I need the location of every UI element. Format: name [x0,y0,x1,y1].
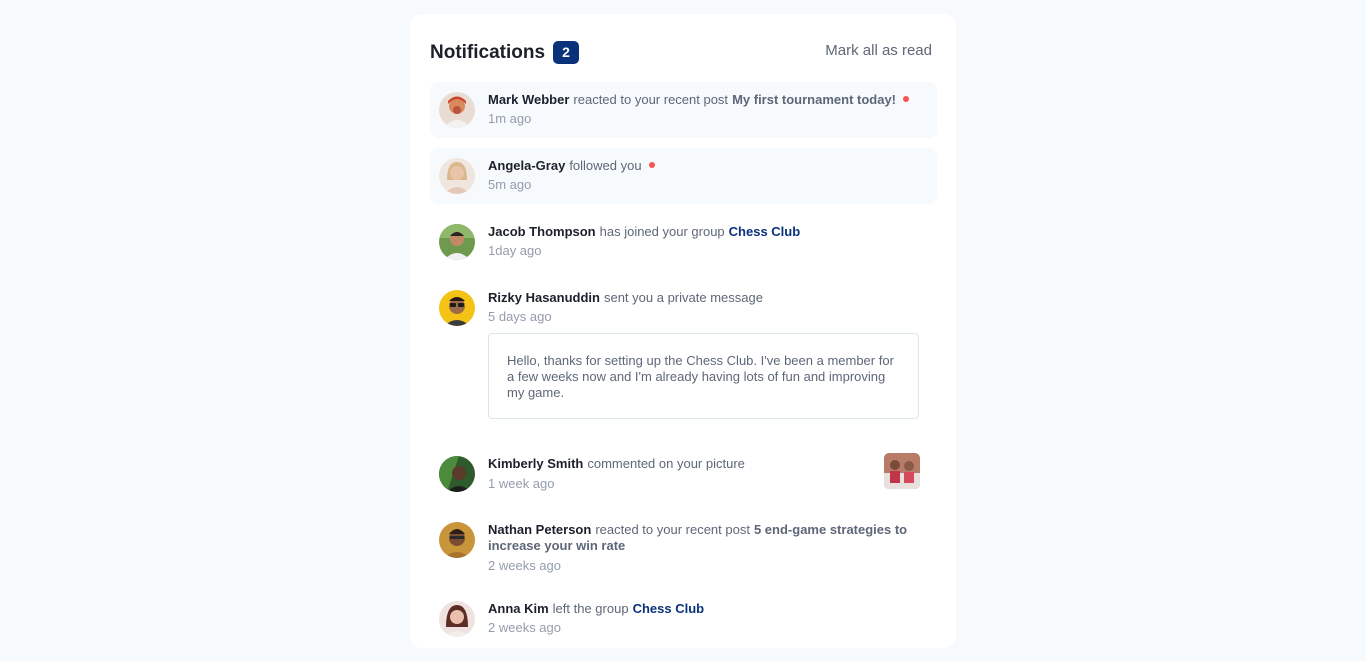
notification-time: 5m ago [488,177,532,192]
user-name-link[interactable]: Jacob Thompson [488,224,596,239]
notification-text: Kimberly Smith commented on your picture [488,456,917,472]
picture-thumbnail[interactable] [884,453,920,489]
user-name-link[interactable]: Kimberly Smith [488,456,583,471]
notification-time: 1 week ago [488,476,555,491]
user-name-link[interactable]: Nathan Peterson [488,522,591,537]
notification-item[interactable]: Angela-Gray followed you 5m ago [430,148,937,204]
page-title: Notifications [430,42,546,63]
avatar[interactable] [439,290,475,326]
user-name-link[interactable]: Anna Kim [488,601,549,616]
notification-action: reacted to your recent post [573,92,729,107]
notifications-header: Notifications 2 Mark all as read [430,14,936,82]
notification-text: Nathan Peterson reacted to your recent po… [488,522,917,554]
avatar[interactable] [439,522,475,558]
avatar[interactable] [439,158,475,194]
notification-action: reacted to your recent post [595,522,750,537]
notification-item[interactable]: Mark Webber reacted to your recent post My… [430,82,937,138]
user-name-link[interactable]: Mark Webber [488,92,569,107]
mark-all-as-read-button[interactable]: Mark all as read [825,42,932,59]
avatar[interactable] [439,92,475,128]
notification-action: followed you [569,158,642,173]
notification-item[interactable]: Nathan Peterson reacted to your recent po… [430,512,937,582]
notifications-card: Notifications 2 Mark all as read Mark We… [410,14,956,648]
notification-text: Jacob Thompson has joined your group Chess… [488,224,917,240]
notification-item[interactable]: Kimberly Smith commented on your picture … [430,446,937,502]
notification-text: Anna Kim left the group Chess Club [488,601,917,617]
notification-item[interactable]: Rizky Hasanuddin sent you a private messa… [430,280,937,420]
notification-item[interactable]: Jacob Thompson has joined your group Chess… [430,214,937,270]
notification-time: 5 days ago [488,309,552,324]
unread-dot [903,96,910,102]
user-name-link[interactable]: Rizky Hasanuddin [488,290,600,305]
notification-action: commented on your picture [587,456,745,471]
notification-action: left the group [552,601,629,616]
notification-text: Angela-Gray followed you [488,158,917,174]
private-message-preview[interactable]: Hello, thanks for setting up the Chess C… [488,333,919,419]
post-link[interactable]: My first tournament today! [732,92,896,107]
notification-time: 1m ago [488,111,532,126]
notification-action: sent you a private message [603,290,763,305]
group-link[interactable]: Chess Club [729,224,801,239]
unread-dot [648,162,655,168]
avatar[interactable] [439,456,475,492]
notification-time: 2 weeks ago [488,558,561,573]
notification-time: 1day ago [488,243,542,258]
avatar[interactable] [439,601,475,637]
avatar[interactable] [439,224,475,260]
notification-text: Rizky Hasanuddin sent you a private messa… [488,290,917,306]
notification-action: has joined your group [599,224,725,239]
group-link[interactable]: Chess Club [633,601,705,616]
notification-item[interactable]: Anna Kim left the group Chess Club 2 weeks… [430,591,937,647]
unread-count-badge: 2 [553,41,579,64]
notification-text: Mark Webber reacted to your recent post My… [488,92,917,108]
notification-time: 2 weeks ago [488,620,561,635]
user-name-link[interactable]: Angela-Gray [488,158,565,173]
